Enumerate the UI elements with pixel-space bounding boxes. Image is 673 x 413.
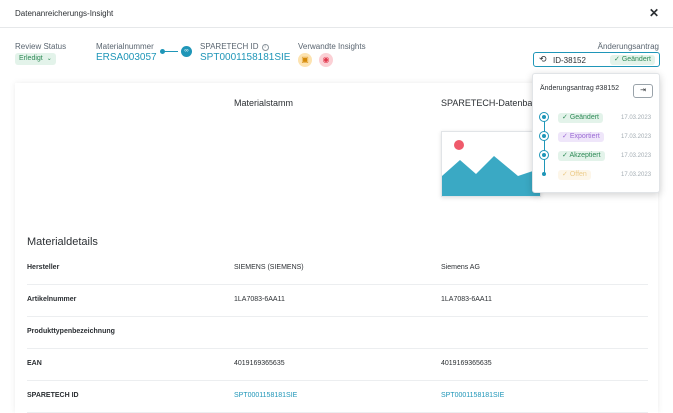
column-header-material-master: Materialstamm — [234, 98, 294, 108]
change-request-selector[interactable]: ⟲ ID-38152 ✓ Geändert — [533, 52, 660, 67]
event-date: 17.03.2023 — [621, 115, 652, 121]
change-request-id: ID-38152 — [553, 56, 586, 65]
row-material-value: 4019169365635 — [234, 360, 285, 367]
sparetech-id-label: SPARETECH ID i — [200, 42, 269, 51]
history-icon: ⟲ — [539, 54, 547, 64]
check-icon: ✓ — [614, 56, 622, 63]
info-icon[interactable]: i — [261, 44, 269, 51]
timeline-node — [539, 150, 549, 160]
dialog-title: Datenanreicherungs-Insight — [15, 9, 114, 18]
material-number-label: Materialnummer — [96, 42, 154, 51]
row-label: Artikelnummer — [27, 296, 77, 303]
popup-title: Änderungsantrag #38152 — [540, 85, 620, 92]
table-row: EAN 4019169365635 4019169365635 — [27, 349, 648, 381]
table-row: Hersteller SIEMENS (SIEMENS) Siemens AG — [27, 253, 648, 285]
event-date: 17.03.2023 — [621, 134, 652, 140]
link-connector-line — [162, 51, 178, 52]
close-icon[interactable]: ✕ — [649, 6, 659, 20]
row-material-link[interactable]: SPT0001158181SIE — [234, 392, 297, 399]
column-header-sparetech-db: SPARETECH-Datenbank — [441, 98, 542, 108]
row-label: Produkttypenbezeichnung — [27, 328, 115, 335]
table-row: Artikelnummer 1LA7083-6AA11 1LA7083-6AA1… — [27, 285, 648, 317]
status-badge-accepted: ✓ Akzeptiert — [558, 151, 605, 161]
change-request-label: Änderungsantrag — [597, 42, 659, 51]
image-placeholder-icon — [441, 131, 541, 197]
row-material-value: 1LA7083-6AA11 — [234, 296, 285, 303]
row-label: Hersteller — [27, 264, 60, 271]
check-icon: ✓ — [562, 133, 570, 140]
chevron-down-icon: ⌄ — [46, 56, 52, 62]
check-icon: ✓ — [562, 171, 570, 178]
review-status-label: Review Status — [15, 42, 67, 51]
link-icon[interactable]: ∞ — [181, 46, 192, 57]
row-sparetech-value: 4019169365635 — [441, 360, 492, 367]
row-sparetech-value: 1LA7083-6AA11 — [441, 296, 492, 303]
timeline-line — [544, 118, 545, 175]
related-insights-label: Verwandte Insights — [298, 42, 366, 51]
section-title-material-details: Materialdetails — [27, 236, 98, 248]
row-material-value: SIEMENS (SIEMENS) — [234, 264, 304, 271]
timeline-dot — [542, 172, 546, 176]
export-icon[interactable]: ⇥ — [633, 84, 653, 98]
table-row: Produkttypenbezeichnung — [27, 317, 648, 349]
material-number-value[interactable]: ERSA003057 — [96, 52, 157, 63]
dialog-titlebar: Datenanreicherungs-Insight ✕ — [0, 0, 673, 28]
sparetech-id-value[interactable]: SPT0001158181SIE — [200, 52, 290, 63]
timeline-node — [539, 112, 549, 122]
status-badge-exported: ✓ Exportiert — [558, 132, 604, 142]
row-label: SPARETECH ID — [27, 392, 79, 399]
status-badge-changed: ✓ Geändert — [558, 113, 603, 123]
target-icon[interactable]: ◉ — [319, 53, 333, 67]
table-row: SPARETECH ID SPT0001158181SIE SPT0001158… — [27, 381, 648, 413]
timeline-node — [539, 131, 549, 141]
row-label: EAN — [27, 360, 42, 367]
row-sparetech-value: Siemens AG — [441, 264, 480, 271]
clipboard-icon[interactable]: ▣ — [298, 53, 312, 67]
check-icon: ✓ — [562, 114, 570, 121]
change-request-status-badge: ✓ Geändert — [610, 55, 655, 65]
status-badge-open: ✓ Offen — [558, 170, 591, 180]
row-sparetech-link[interactable]: SPT0001158181SIE — [441, 392, 504, 399]
change-request-history-popup: Änderungsantrag #38152 ⇥ ✓ Geändert 17.0… — [532, 73, 660, 193]
event-date: 17.03.2023 — [621, 172, 652, 178]
event-date: 17.03.2023 — [621, 153, 652, 159]
review-status-badge[interactable]: Erledigt ⌄ — [15, 53, 56, 65]
review-status-value: Erledigt — [19, 55, 43, 62]
